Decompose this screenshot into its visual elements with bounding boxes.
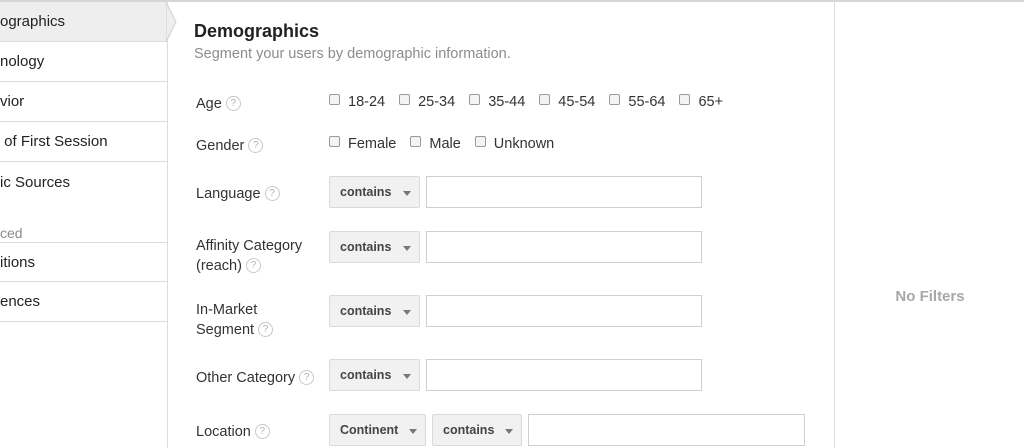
sidebar-item-technology[interactable]: nology: [0, 42, 168, 82]
gender-checkbox[interactable]: Female: [329, 135, 396, 152]
age-checkbox[interactable]: 18-24: [329, 93, 385, 110]
age-checkbox[interactable]: 65+: [679, 93, 723, 110]
sidebar: ographics nology vior of First Session i…: [0, 2, 168, 448]
caret-down-icon: [505, 429, 513, 434]
help-icon[interactable]: ?: [245, 257, 261, 273]
in-market-input[interactable]: [426, 295, 702, 327]
caret-down-icon: [403, 246, 411, 251]
page-subtitle: Segment your users by demographic inform…: [194, 46, 511, 62]
language-label: Language?: [196, 184, 280, 204]
gender-checkbox[interactable]: Unknown: [474, 135, 554, 152]
language-operator-dropdown[interactable]: contains: [329, 176, 420, 208]
help-icon[interactable]: ?: [248, 137, 264, 153]
location-input[interactable]: [528, 414, 805, 446]
caret-down-icon: [403, 310, 411, 315]
caret-down-icon: [403, 191, 411, 196]
sidebar-item-behavior[interactable]: vior: [0, 82, 168, 122]
other-category-operator-dropdown[interactable]: contains: [329, 359, 420, 391]
page-title: Demographics: [194, 21, 320, 41]
sidebar-item-label: ographics: [0, 13, 66, 30]
sidebar-section-advanced: ced: [0, 225, 23, 241]
sidebar-item-label: of First Session: [0, 133, 108, 150]
gender-checkbox[interactable]: Male: [410, 135, 461, 152]
checkbox-icon[interactable]: [329, 93, 340, 105]
sidebar-item-label: ences: [0, 293, 41, 310]
checkbox-icon[interactable]: [469, 93, 481, 105]
sidebar-item-demographics[interactable]: ographics: [0, 2, 168, 42]
sidebar-item-date-of-first-session[interactable]: of First Session: [0, 122, 168, 162]
checkbox-icon[interactable]: [539, 93, 551, 105]
language-input[interactable]: [426, 176, 702, 208]
in-market-operator-dropdown[interactable]: contains: [329, 295, 420, 327]
sidebar-item-traffic-sources[interactable]: ic Sources: [0, 162, 168, 202]
help-icon[interactable]: ?: [258, 321, 274, 337]
help-icon[interactable]: ?: [299, 369, 315, 385]
affinity-input[interactable]: [426, 231, 702, 263]
sidebar-item-label: vior: [0, 93, 25, 110]
demographics-panel: Demographics Segment your users by demog…: [169, 2, 834, 448]
sidebar-item-label: nology: [0, 53, 45, 70]
checkbox-icon[interactable]: [474, 135, 486, 147]
gender-options: Female Male Unknown: [329, 135, 568, 152]
filter-summary-panel: No Filters: [834, 2, 1024, 448]
sidebar-item-label: ic Sources: [0, 173, 71, 191]
age-checkbox[interactable]: 25-34: [399, 93, 455, 110]
affinity-category-label: Affinity Category (reach)?: [196, 238, 303, 274]
checkbox-icon[interactable]: [679, 93, 691, 105]
age-options: 18-24 25-34 35-44 45-54 55-64 65+: [329, 93, 737, 110]
age-checkbox[interactable]: 55-64: [609, 93, 665, 110]
age-checkbox[interactable]: 45-54: [539, 93, 595, 110]
empty-filters-text: No Filters: [895, 288, 965, 305]
checkbox-icon[interactable]: [329, 135, 340, 147]
location-operator-dropdown[interactable]: contains: [432, 414, 522, 446]
checkbox-icon[interactable]: [410, 135, 422, 147]
caret-down-icon: [409, 429, 417, 434]
gender-label: Gender?: [196, 136, 264, 156]
affinity-operator-dropdown[interactable]: contains: [329, 231, 420, 263]
help-icon[interactable]: ?: [225, 95, 241, 111]
sidebar-item-label: itions: [0, 253, 36, 271]
help-icon[interactable]: ?: [254, 423, 270, 439]
location-scope-dropdown[interactable]: Continent: [329, 414, 426, 446]
age-checkbox[interactable]: 35-44: [469, 93, 525, 110]
sidebar-item-conditions[interactable]: itions: [0, 242, 168, 282]
checkbox-icon[interactable]: [399, 93, 411, 105]
other-category-input[interactable]: [426, 359, 702, 391]
sidebar-item-sequences[interactable]: ences: [0, 282, 168, 322]
in-market-segment-label: In-Market Segment?: [196, 300, 274, 340]
location-label: Location?: [196, 422, 270, 442]
checkbox-icon[interactable]: [609, 93, 621, 105]
caret-down-icon: [403, 374, 411, 379]
other-category-label: Other Category?: [196, 368, 315, 388]
age-label: Age?: [196, 94, 241, 114]
help-icon[interactable]: ?: [264, 185, 280, 201]
